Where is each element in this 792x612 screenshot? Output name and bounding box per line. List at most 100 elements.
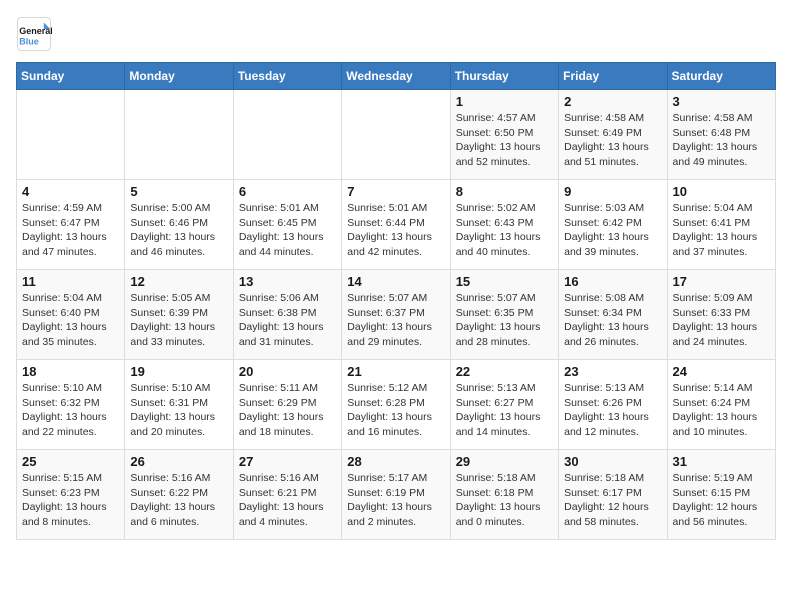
day-info: Sunrise: 5:11 AM Sunset: 6:29 PM Dayligh… [239,381,336,440]
day-info: Sunrise: 5:10 AM Sunset: 6:32 PM Dayligh… [22,381,119,440]
day-number: 29 [456,454,553,469]
calendar-cell: 23 Sunrise: 5:13 AM Sunset: 6:26 PM Dayli… [559,360,667,450]
day-number: 24 [673,364,770,379]
day-info: Sunrise: 5:00 AM Sunset: 6:46 PM Dayligh… [130,201,227,260]
day-info: Sunrise: 5:01 AM Sunset: 6:45 PM Dayligh… [239,201,336,260]
calendar-cell: 18 Sunrise: 5:10 AM Sunset: 6:32 PM Dayli… [17,360,125,450]
calendar-cell [17,90,125,180]
day-number: 27 [239,454,336,469]
calendar-cell: 17Sunrise: 5:09 AM Sunset: 6:33 PM Dayli… [667,270,775,360]
day-info: Sunrise: 5:13 AM Sunset: 6:27 PM Dayligh… [456,381,553,440]
calendar-cell [125,90,233,180]
calendar-cell: 24 Sunrise: 5:14 AM Sunset: 6:24 PM Dayli… [667,360,775,450]
day-number: 13 [239,274,336,289]
day-info: Sunrise: 5:19 AM Sunset: 6:15 PM Dayligh… [673,471,770,530]
calendar-week-1: 1 Sunrise: 4:57 AM Sunset: 6:50 PM Daylig… [17,90,776,180]
day-number: 2 [564,94,661,109]
calendar-cell: 11 Sunrise: 5:04 AM Sunset: 6:40 PM Dayli… [17,270,125,360]
day-number: 9 [564,184,661,199]
day-info: Sunrise: 5:18 AM Sunset: 6:18 PM Dayligh… [456,471,553,530]
header-day-sunday: Sunday [17,63,125,90]
day-info: Sunrise: 5:16 AM Sunset: 6:21 PM Dayligh… [239,471,336,530]
calendar-cell: 9 Sunrise: 5:03 AM Sunset: 6:42 PM Daylig… [559,180,667,270]
calendar-cell: 2 Sunrise: 4:58 AM Sunset: 6:49 PM Daylig… [559,90,667,180]
calendar-cell: 7Sunrise: 5:01 AM Sunset: 6:44 PM Daylig… [342,180,450,270]
calendar-cell: 16 Sunrise: 5:08 AM Sunset: 6:34 PM Dayli… [559,270,667,360]
day-number: 3 [673,94,770,109]
day-number: 4 [22,184,119,199]
day-number: 30 [564,454,661,469]
day-info: Sunrise: 4:58 AM Sunset: 6:48 PM Dayligh… [673,111,770,170]
day-number: 20 [239,364,336,379]
calendar-cell: 28 Sunrise: 5:17 AM Sunset: 6:19 PM Dayli… [342,450,450,540]
day-number: 1 [456,94,553,109]
day-info: Sunrise: 4:58 AM Sunset: 6:49 PM Dayligh… [564,111,661,170]
calendar-week-4: 18 Sunrise: 5:10 AM Sunset: 6:32 PM Dayli… [17,360,776,450]
calendar-body: 1 Sunrise: 4:57 AM Sunset: 6:50 PM Daylig… [17,90,776,540]
page-header: General Blue [16,16,776,52]
day-number: 26 [130,454,227,469]
calendar-header: SundayMondayTuesdayWednesdayThursdayFrid… [17,63,776,90]
header-day-tuesday: Tuesday [233,63,341,90]
calendar-cell: 15 Sunrise: 5:07 AM Sunset: 6:35 PM Dayli… [450,270,558,360]
calendar-cell: 21 Sunrise: 5:12 AM Sunset: 6:28 PM Dayli… [342,360,450,450]
day-number: 28 [347,454,444,469]
day-info: Sunrise: 5:15 AM Sunset: 6:23 PM Dayligh… [22,471,119,530]
day-info: Sunrise: 5:04 AM Sunset: 6:41 PM Dayligh… [673,201,770,260]
calendar-cell: 1 Sunrise: 4:57 AM Sunset: 6:50 PM Daylig… [450,90,558,180]
calendar-cell: 13 Sunrise: 5:06 AM Sunset: 6:38 PM Dayli… [233,270,341,360]
day-info: Sunrise: 5:02 AM Sunset: 6:43 PM Dayligh… [456,201,553,260]
day-number: 22 [456,364,553,379]
day-info: Sunrise: 5:03 AM Sunset: 6:42 PM Dayligh… [564,201,661,260]
calendar-cell [233,90,341,180]
day-number: 17 [673,274,770,289]
day-number: 14 [347,274,444,289]
day-number: 5 [130,184,227,199]
calendar-cell: 31Sunrise: 5:19 AM Sunset: 6:15 PM Dayli… [667,450,775,540]
day-info: Sunrise: 5:04 AM Sunset: 6:40 PM Dayligh… [22,291,119,350]
header-row: SundayMondayTuesdayWednesdayThursdayFrid… [17,63,776,90]
day-info: Sunrise: 5:05 AM Sunset: 6:39 PM Dayligh… [130,291,227,350]
day-info: Sunrise: 5:13 AM Sunset: 6:26 PM Dayligh… [564,381,661,440]
calendar-week-5: 25Sunrise: 5:15 AM Sunset: 6:23 PM Dayli… [17,450,776,540]
day-info: Sunrise: 5:12 AM Sunset: 6:28 PM Dayligh… [347,381,444,440]
header-day-saturday: Saturday [667,63,775,90]
calendar-cell: 5 Sunrise: 5:00 AM Sunset: 6:46 PM Daylig… [125,180,233,270]
day-info: Sunrise: 5:18 AM Sunset: 6:17 PM Dayligh… [564,471,661,530]
calendar-cell: 14Sunrise: 5:07 AM Sunset: 6:37 PM Dayli… [342,270,450,360]
header-day-friday: Friday [559,63,667,90]
day-info: Sunrise: 4:59 AM Sunset: 6:47 PM Dayligh… [22,201,119,260]
header-day-wednesday: Wednesday [342,63,450,90]
calendar-cell: 26Sunrise: 5:16 AM Sunset: 6:22 PM Dayli… [125,450,233,540]
header-day-monday: Monday [125,63,233,90]
day-info: Sunrise: 5:06 AM Sunset: 6:38 PM Dayligh… [239,291,336,350]
day-number: 11 [22,274,119,289]
day-number: 15 [456,274,553,289]
calendar-cell [342,90,450,180]
calendar-cell: 29 Sunrise: 5:18 AM Sunset: 6:18 PM Dayli… [450,450,558,540]
calendar-cell: 22 Sunrise: 5:13 AM Sunset: 6:27 PM Dayli… [450,360,558,450]
calendar-cell: 27 Sunrise: 5:16 AM Sunset: 6:21 PM Dayli… [233,450,341,540]
day-info: Sunrise: 5:14 AM Sunset: 6:24 PM Dayligh… [673,381,770,440]
day-number: 23 [564,364,661,379]
svg-text:Blue: Blue [19,37,39,47]
calendar-cell: 30 Sunrise: 5:18 AM Sunset: 6:17 PM Dayli… [559,450,667,540]
day-info: Sunrise: 5:17 AM Sunset: 6:19 PM Dayligh… [347,471,444,530]
day-info: Sunrise: 4:57 AM Sunset: 6:50 PM Dayligh… [456,111,553,170]
calendar-week-2: 4 Sunrise: 4:59 AM Sunset: 6:47 PM Daylig… [17,180,776,270]
day-info: Sunrise: 5:07 AM Sunset: 6:35 PM Dayligh… [456,291,553,350]
day-number: 10 [673,184,770,199]
calendar-cell: 4 Sunrise: 4:59 AM Sunset: 6:47 PM Daylig… [17,180,125,270]
day-number: 19 [130,364,227,379]
day-number: 18 [22,364,119,379]
day-info: Sunrise: 5:10 AM Sunset: 6:31 PM Dayligh… [130,381,227,440]
day-number: 21 [347,364,444,379]
day-number: 16 [564,274,661,289]
logo-icon: General Blue [16,16,52,52]
header-day-thursday: Thursday [450,63,558,90]
day-info: Sunrise: 5:08 AM Sunset: 6:34 PM Dayligh… [564,291,661,350]
calendar-week-3: 11 Sunrise: 5:04 AM Sunset: 6:40 PM Dayli… [17,270,776,360]
calendar-cell: 10 Sunrise: 5:04 AM Sunset: 6:41 PM Dayli… [667,180,775,270]
calendar-cell: 25Sunrise: 5:15 AM Sunset: 6:23 PM Dayli… [17,450,125,540]
calendar-table: SundayMondayTuesdayWednesdayThursdayFrid… [16,62,776,540]
